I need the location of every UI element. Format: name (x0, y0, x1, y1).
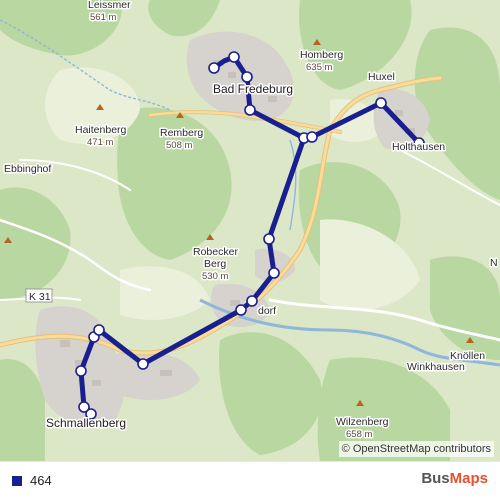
stop-marker[interactable] (208, 62, 220, 74)
elevation-label-remberg: 508 m (166, 140, 192, 151)
place-label-leissmer: Leissmer (88, 0, 131, 11)
place-label-knollen: Knöllen (450, 350, 485, 362)
route-legend-swatch (12, 476, 22, 486)
place-label-robecker-berg-line2: Berg (204, 258, 226, 270)
stop-marker[interactable] (241, 71, 253, 83)
stop-marker[interactable] (75, 365, 87, 377)
stop-marker[interactable] (244, 104, 256, 116)
place-label-homberg: Homberg (300, 49, 343, 61)
elevation-label-haitenberg: 471 m (87, 137, 113, 148)
stop-marker[interactable] (93, 324, 105, 336)
place-label-robecker-berg-line1: Robecker (193, 246, 238, 258)
map-svg: Leissmer 561 m Bad Fredeburg Homberg 635… (0, 0, 500, 461)
place-label-huxel: Huxel (368, 71, 395, 83)
place-label-schmallenberg: Schmallenberg (46, 416, 126, 430)
stop-marker[interactable] (78, 401, 90, 413)
map-footer: 464 BusMaps (0, 461, 500, 501)
stop-marker[interactable] (228, 51, 240, 63)
elevation-label-wilzenberg: 658 m (346, 429, 372, 440)
elevation-label-leissmer: 561 m (90, 12, 116, 23)
busmaps-logo-bus: Bus (421, 470, 450, 487)
road-label-k31: K 31 (29, 291, 51, 303)
place-label-edge-n: N (490, 257, 498, 269)
map-attribution[interactable]: © OpenStreetMap contributors (338, 441, 494, 457)
place-label-dorf: dorf (258, 305, 276, 317)
place-label-wilzenberg: Wilzenberg (336, 416, 389, 428)
place-label-remberg: Remberg (160, 127, 203, 139)
place-label-winkhausen: Winkhausen (407, 361, 465, 373)
stop-marker[interactable] (306, 131, 318, 143)
place-label-bad-fredeburg: Bad Fredeburg (213, 82, 293, 96)
route-legend-label: 464 (30, 473, 52, 488)
stop-marker[interactable] (246, 295, 258, 307)
busmaps-logo-maps: Maps (449, 470, 488, 487)
elevation-label-homberg: 635 m (306, 62, 332, 73)
map-canvas[interactable]: Leissmer 561 m Bad Fredeburg Homberg 635… (0, 0, 500, 461)
place-label-ebbinghof: Ebbinghof (4, 163, 51, 175)
stop-marker[interactable] (263, 233, 275, 245)
stop-marker[interactable] (375, 97, 387, 109)
elevation-label-robecker-berg: 530 m (202, 271, 228, 282)
busmaps-logo[interactable]: BusMaps (421, 470, 488, 487)
place-label-haitenberg: Haitenberg (75, 124, 127, 136)
place-label-holthausen: Holthausen (392, 141, 445, 153)
stop-marker[interactable] (268, 267, 280, 279)
stop-marker[interactable] (235, 304, 247, 316)
stop-marker[interactable] (137, 358, 149, 370)
